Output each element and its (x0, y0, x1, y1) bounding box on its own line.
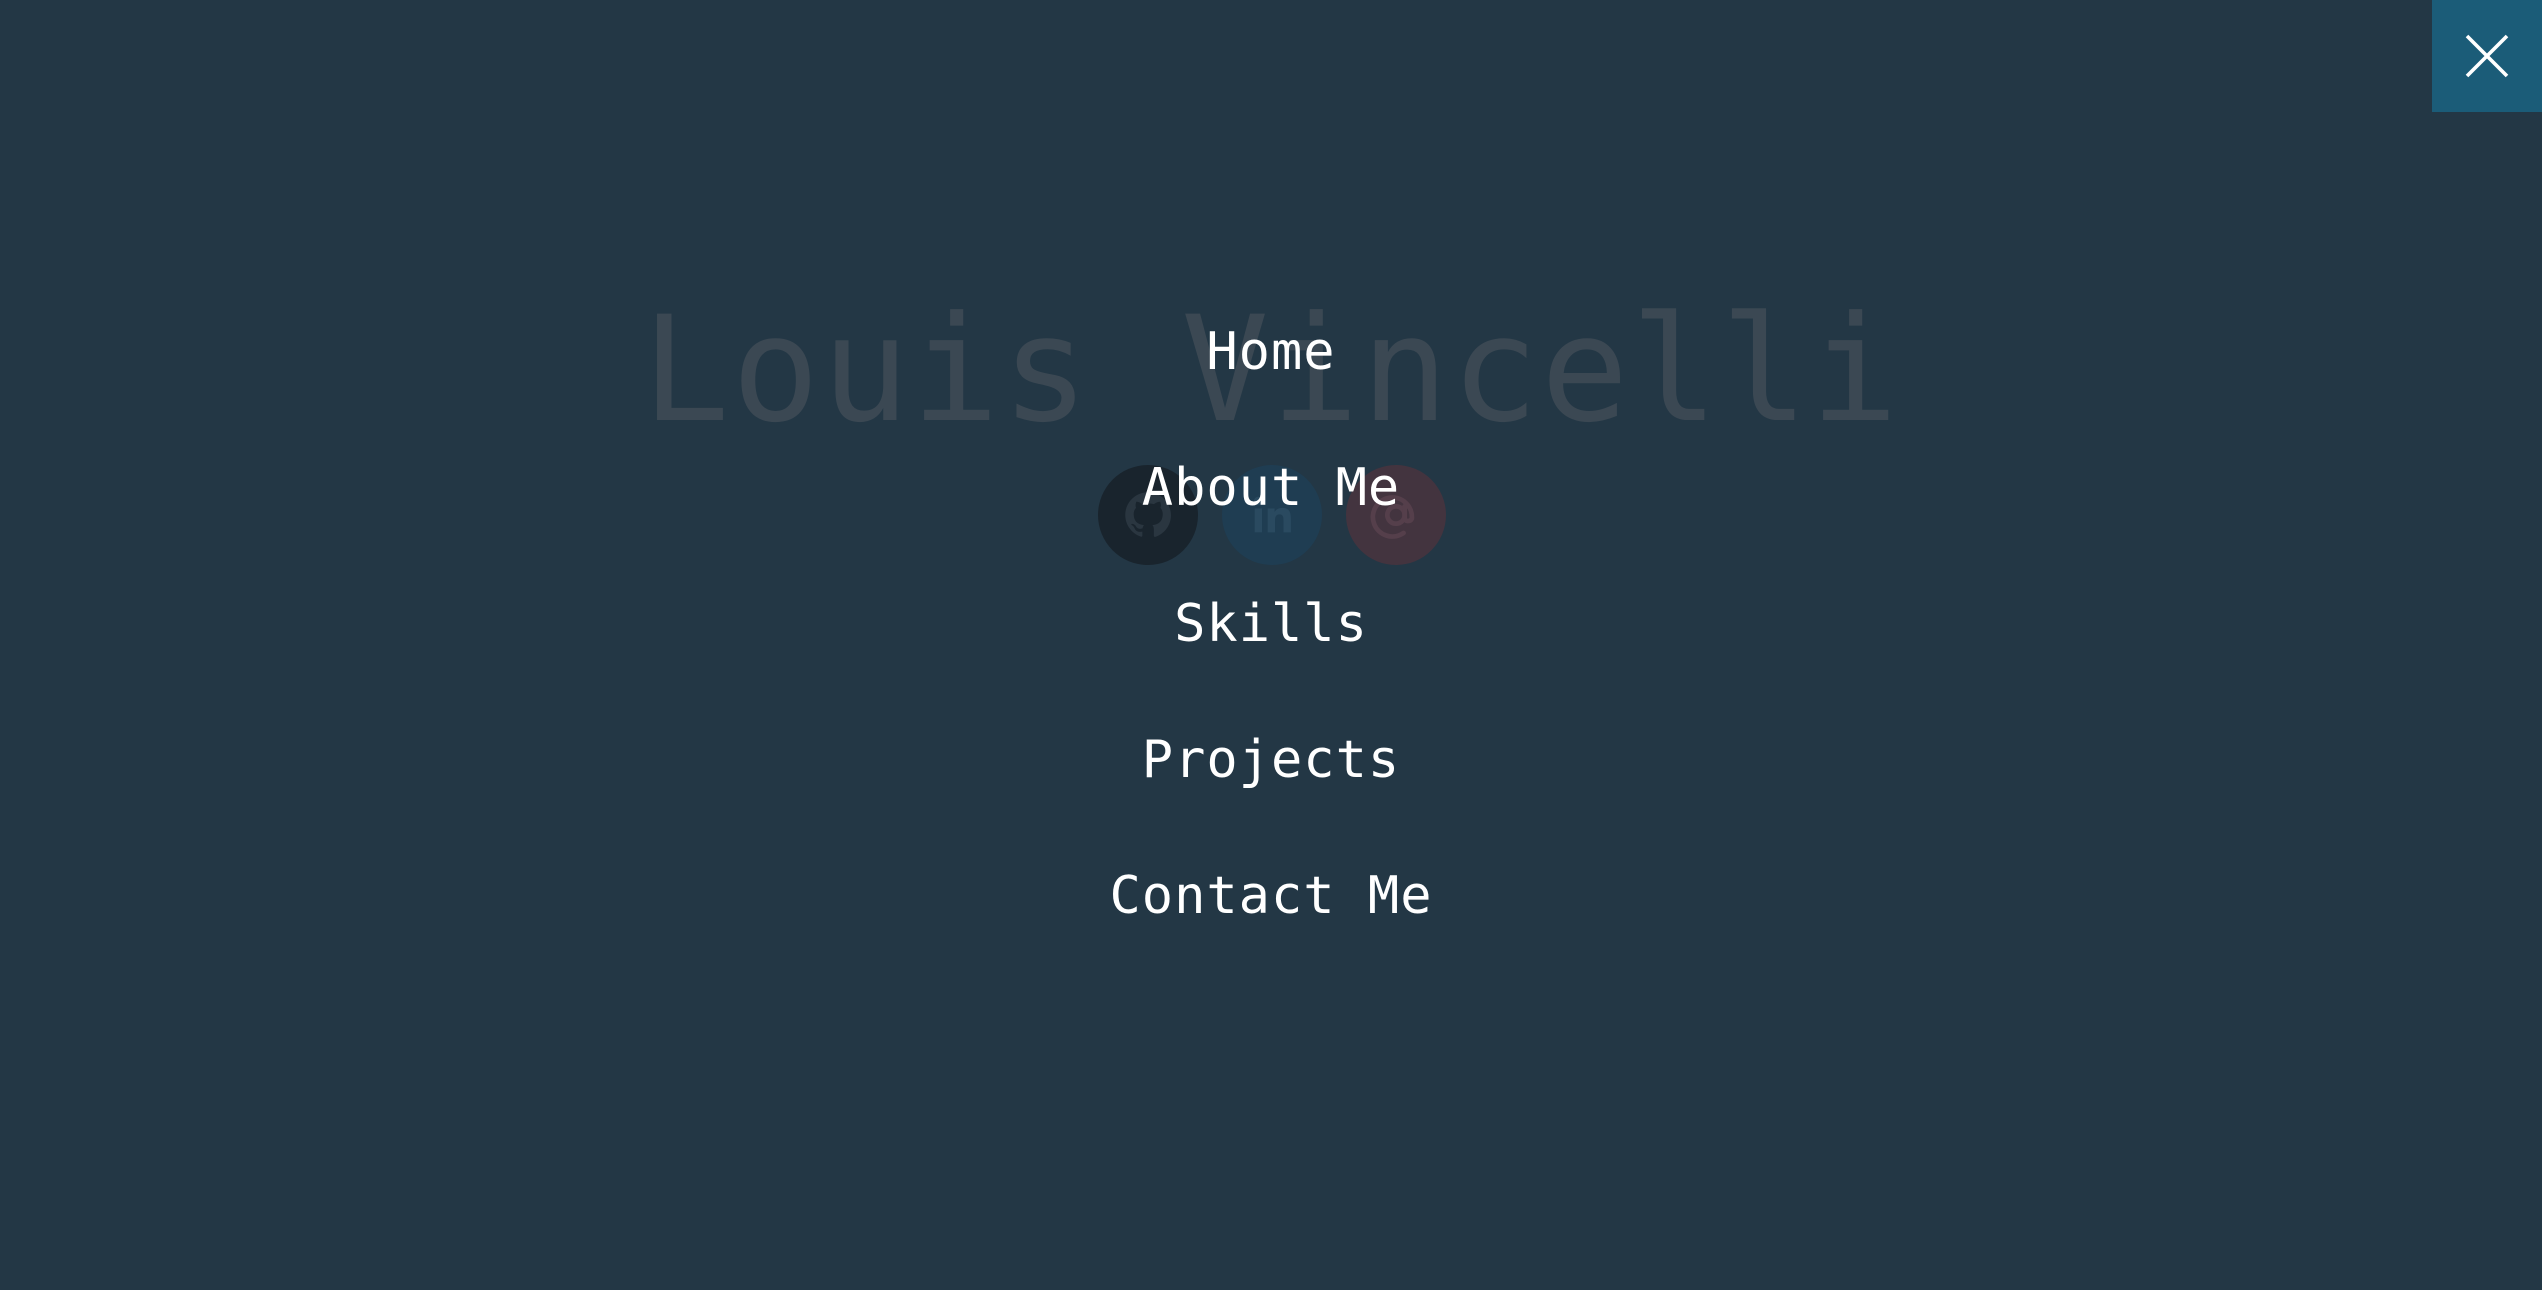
nav-link-contact[interactable]: Contact Me (1109, 856, 1432, 936)
nav-link-skills[interactable]: Skills (1174, 584, 1368, 664)
nav-link-projects[interactable]: Projects (1142, 720, 1400, 800)
nav-item-about: About Me (0, 448, 2542, 584)
nav-item-skills: Skills (0, 584, 2542, 720)
page: Louis Vincelli Home About Me Skills Proj… (0, 0, 2542, 1290)
nav-item-projects: Projects (0, 720, 2542, 856)
close-menu-button[interactable] (2432, 0, 2542, 112)
nav-item-contact: Contact Me (0, 856, 2542, 992)
nav-menu: Home About Me Skills Projects Contact Me (0, 312, 2542, 992)
nav-link-home[interactable]: Home (1206, 312, 1335, 392)
nav-link-about[interactable]: About Me (1142, 448, 1400, 528)
close-icon (2465, 34, 2509, 78)
nav-overlay: Home About Me Skills Projects Contact Me (0, 0, 2542, 1290)
nav-item-home: Home (0, 312, 2542, 448)
